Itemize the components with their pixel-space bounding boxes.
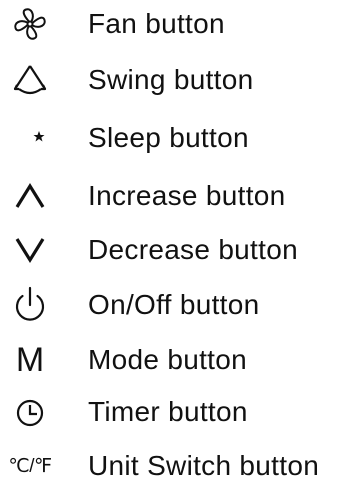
swing-icon [2, 60, 58, 100]
legend-label-power: On/Off button [88, 289, 260, 320]
power-icon [2, 285, 58, 325]
legend-label-decrease: Decrease button [88, 234, 298, 265]
decrease-icon [2, 230, 58, 270]
legend-row-decrease: Decrease button [0, 230, 352, 270]
fan-icon [2, 4, 58, 44]
legend-row-power: On/Off button [0, 285, 352, 325]
unit-switch-icon: ℃/℉ [8, 455, 52, 477]
legend-row-increase: Increase button [0, 176, 352, 216]
button-legend: Fan button Swing button Sleep button Inc… [0, 0, 352, 482]
legend-row-mode: M Mode button [0, 340, 352, 380]
legend-row-timer: Timer button [0, 392, 352, 432]
legend-label-increase: Increase button [88, 180, 286, 211]
legend-label-fan: Fan button [88, 8, 225, 39]
legend-label-sleep: Sleep button [88, 122, 249, 153]
legend-label-unit-switch: Unit Switch button [88, 450, 320, 481]
legend-row-sleep: Sleep button [0, 118, 352, 158]
sleep-icon [2, 118, 58, 158]
legend-row-unit-switch: ℃/℉ Unit Switch button [0, 446, 352, 486]
legend-label-swing: Swing button [88, 64, 254, 95]
mode-icon: M [15, 341, 45, 379]
legend-label-mode: Mode button [88, 344, 247, 375]
legend-row-swing: Swing button [0, 60, 352, 100]
increase-icon [2, 176, 58, 216]
timer-icon [2, 392, 58, 432]
legend-label-timer: Timer button [88, 396, 248, 427]
legend-row-fan: Fan button [0, 4, 352, 44]
